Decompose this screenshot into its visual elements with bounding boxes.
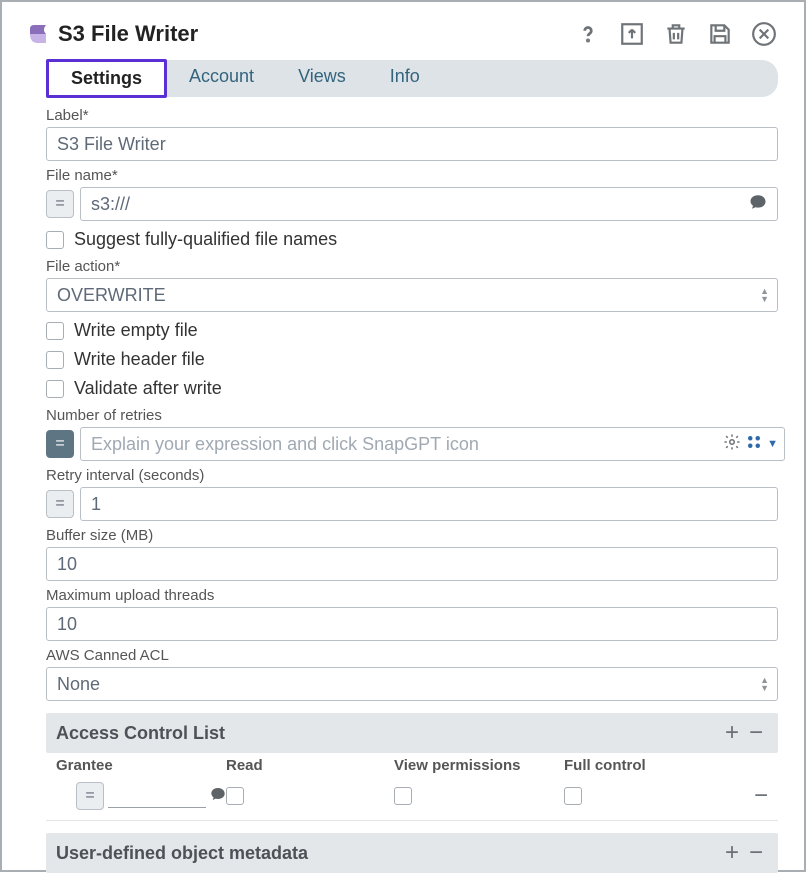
metadata-add-button[interactable]: + <box>720 839 744 867</box>
expression-toggle-button[interactable]: = <box>46 490 74 518</box>
expression-toggle-button[interactable]: = <box>46 190 74 218</box>
metadata-section-header: User-defined object metadata + − <box>46 833 778 873</box>
acl-section-title: Access Control List <box>56 723 720 744</box>
dialog-header: S3 File Writer <box>26 20 778 48</box>
save-icon[interactable] <box>706 20 734 48</box>
dialog-title: S3 File Writer <box>58 21 574 47</box>
suggest-fqfn-label: Suggest fully-qualified file names <box>74 229 337 250</box>
write-header-checkbox[interactable] <box>46 351 64 369</box>
canned-acl-select[interactable]: None ▲▼ <box>46 667 778 701</box>
dialog-window: S3 File Writer Settings Account Views In… <box>0 0 806 872</box>
acl-read-checkbox[interactable] <box>226 787 244 805</box>
snapgpt-icon[interactable] <box>745 433 763 456</box>
acl-col-view: View permissions <box>394 757 564 774</box>
retries-label: Number of retries <box>46 407 778 424</box>
dropdown-caret-icon[interactable]: ▼ <box>767 438 778 450</box>
settings-form: Label* S3 File Writer File name* = s3://… <box>46 107 778 873</box>
acl-view-checkbox[interactable] <box>394 787 412 805</box>
tab-views[interactable]: Views <box>276 60 368 97</box>
buffer-size-label: Buffer size (MB) <box>46 527 778 544</box>
file-action-label: File action* <box>46 258 778 275</box>
label-input[interactable]: S3 File Writer <box>46 127 778 161</box>
acl-remove-button[interactable]: − <box>744 719 768 747</box>
tab-account[interactable]: Account <box>167 60 276 97</box>
file-action-select[interactable]: OVERWRITE ▲▼ <box>46 278 778 312</box>
acl-col-full: Full control <box>564 757 768 774</box>
snap-logo-icon <box>26 22 50 46</box>
suggest-icon[interactable] <box>749 193 767 216</box>
retry-interval-label: Retry interval (seconds) <box>46 467 778 484</box>
grantee-input[interactable] <box>108 784 206 808</box>
tab-settings[interactable]: Settings <box>46 59 167 98</box>
suggest-fqfn-checkbox[interactable] <box>46 231 64 249</box>
retries-input[interactable]: Explain your expression and click SnapGP… <box>80 427 785 461</box>
sort-arrows-icon: ▲▼ <box>760 676 769 692</box>
acl-add-button[interactable]: + <box>720 719 744 747</box>
close-icon[interactable] <box>750 20 778 48</box>
tab-info[interactable]: Info <box>368 60 442 97</box>
metadata-remove-button[interactable]: − <box>744 839 768 867</box>
filename-input[interactable]: s3:/// <box>80 187 778 221</box>
max-threads-label: Maximum upload threads <box>46 587 778 604</box>
gear-icon[interactable] <box>723 433 741 456</box>
validate-after-checkbox[interactable] <box>46 380 64 398</box>
acl-row: = − <box>46 778 778 821</box>
metadata-section-title: User-defined object metadata <box>56 843 720 864</box>
expression-toggle-button[interactable]: = <box>76 782 104 810</box>
sort-arrows-icon: ▲▼ <box>760 287 769 303</box>
acl-column-headers: Grantee Read View permissions Full contr… <box>46 753 778 778</box>
header-actions <box>574 20 778 48</box>
write-empty-label: Write empty file <box>74 320 198 341</box>
canned-acl-label: AWS Canned ACL <box>46 647 778 664</box>
max-threads-input[interactable]: 10 <box>46 607 778 641</box>
export-icon[interactable] <box>618 20 646 48</box>
suggest-icon[interactable] <box>210 786 226 807</box>
label-field-label: Label* <box>46 107 778 124</box>
acl-full-checkbox[interactable] <box>564 787 582 805</box>
acl-section-header: Access Control List + − <box>46 713 778 753</box>
write-empty-checkbox[interactable] <box>46 322 64 340</box>
delete-icon[interactable] <box>662 20 690 48</box>
acl-row-remove-button[interactable]: − <box>754 782 768 809</box>
retry-interval-input[interactable]: 1 <box>80 487 778 521</box>
acl-col-read: Read <box>226 757 394 774</box>
expression-toggle-button-active[interactable]: = <box>46 430 74 458</box>
write-header-label: Write header file <box>74 349 205 370</box>
validate-after-label: Validate after write <box>74 378 222 399</box>
acl-col-grantee: Grantee <box>56 757 226 774</box>
help-icon[interactable] <box>574 20 602 48</box>
buffer-size-input[interactable]: 10 <box>46 547 778 581</box>
filename-field-label: File name* <box>46 167 778 184</box>
tab-bar: Settings Account Views Info <box>46 60 778 97</box>
